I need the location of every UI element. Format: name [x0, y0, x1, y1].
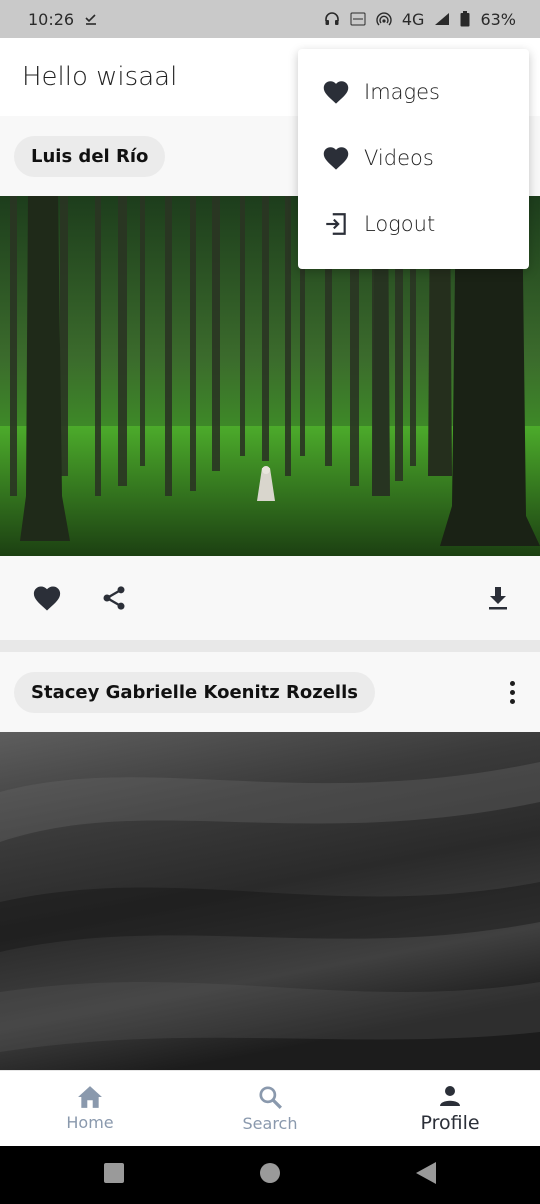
- nav-item-home[interactable]: Home: [0, 1071, 180, 1146]
- status-time: 10:26: [28, 9, 75, 29]
- nav-item-search[interactable]: Search: [180, 1071, 360, 1146]
- home-system-button[interactable]: [192, 1162, 348, 1188]
- circle-icon: [259, 1162, 281, 1188]
- menu-item-videos[interactable]: Videos: [298, 125, 529, 191]
- share-icon[interactable]: [100, 584, 128, 612]
- headphones-icon: [324, 11, 340, 27]
- person-icon: [438, 1084, 462, 1108]
- triangle-back-icon: [415, 1161, 437, 1189]
- overflow-menu: Images Videos Logout: [298, 49, 529, 269]
- volte-icon: [350, 11, 366, 27]
- battery-icon: [460, 11, 470, 27]
- menu-item-images[interactable]: Images: [298, 59, 529, 125]
- heart-icon: [322, 145, 350, 171]
- battery-level: 63%: [480, 9, 516, 29]
- nav-label: Home: [66, 1113, 114, 1132]
- nav-label: Search: [242, 1114, 298, 1133]
- heart-icon: [322, 79, 350, 105]
- menu-item-logout[interactable]: Logout: [298, 191, 529, 257]
- author-chip[interactable]: Stacey Gabrielle Koenitz Rozells: [14, 671, 375, 713]
- menu-item-label: Videos: [364, 146, 434, 170]
- post-card: Stacey Gabrielle Koenitz Rozells: [0, 652, 540, 1070]
- download-done-icon: [84, 12, 98, 26]
- home-icon: [77, 1085, 103, 1109]
- nav-label: Profile: [420, 1111, 480, 1134]
- like-heart-icon[interactable]: [32, 584, 62, 612]
- recents-button[interactable]: [36, 1162, 192, 1188]
- post-image-fabric[interactable]: [0, 732, 540, 1070]
- back-button[interactable]: [348, 1161, 504, 1189]
- card-divider: [0, 640, 540, 652]
- status-bar: 10:26 4G 63%: [0, 0, 540, 38]
- post-header: Stacey Gabrielle Koenitz Rozells: [0, 652, 540, 732]
- hotspot-icon: [376, 11, 392, 27]
- signal-icon: [434, 12, 450, 26]
- network-type: 4G: [401, 9, 425, 29]
- square-icon: [103, 1162, 125, 1188]
- greeting-title: Hello wisaal: [22, 62, 178, 92]
- more-options-icon[interactable]: [500, 672, 524, 712]
- bottom-navigation: Home Search Profile: [0, 1070, 540, 1146]
- download-icon[interactable]: [486, 585, 510, 611]
- logout-icon: [322, 211, 350, 237]
- post-actions: [0, 556, 540, 640]
- nav-item-profile[interactable]: Profile: [360, 1071, 540, 1146]
- search-icon: [257, 1084, 283, 1110]
- menu-item-label: Logout: [364, 212, 436, 236]
- author-chip[interactable]: Luis del Río: [14, 135, 166, 177]
- menu-item-label: Images: [364, 80, 440, 104]
- system-navigation-bar: [0, 1146, 540, 1204]
